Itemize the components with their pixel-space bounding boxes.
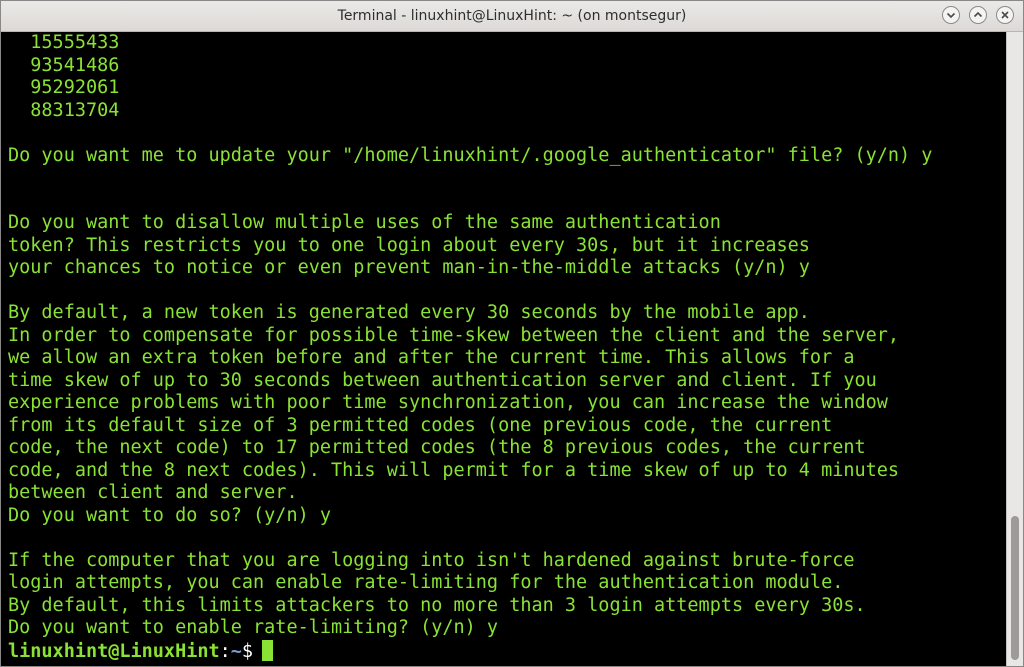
terminal-line: Do you want to do so? (y/n) y bbox=[8, 504, 332, 526]
prompt-user-host: linuxhint@LinuxHint bbox=[8, 640, 220, 662]
terminal-line: 95292061 bbox=[8, 77, 120, 98]
terminal-line: login attempts, you can enable rate-limi… bbox=[8, 572, 844, 593]
terminal-line: In order to compensate for possible time… bbox=[8, 324, 900, 346]
close-icon bbox=[1001, 11, 1009, 19]
terminal-line: we allow an extra token before and after… bbox=[8, 347, 855, 368]
minimize-button[interactable] bbox=[942, 6, 960, 24]
minimize-icon bbox=[946, 12, 956, 19]
vertical-scrollbar[interactable] bbox=[1006, 32, 1023, 666]
text-cursor bbox=[262, 639, 274, 661]
terminal-line: from its default size of 3 permitted cod… bbox=[8, 414, 833, 436]
prompt-path: ~ bbox=[230, 640, 242, 662]
maximize-button[interactable] bbox=[969, 6, 987, 24]
maximize-icon bbox=[973, 11, 983, 18]
terminal-line: code, the next code) to 17 permitted cod… bbox=[8, 437, 866, 458]
terminal-line: experience problems with poor time synch… bbox=[8, 392, 888, 413]
terminal-line: between client and server. bbox=[8, 482, 298, 503]
terminal-line: Do you want to enable rate-limiting? (y/… bbox=[8, 617, 499, 638]
terminal-line: Do you want to disallow multiple uses of… bbox=[8, 212, 721, 233]
shell-prompt[interactable]: linuxhint@LinuxHint:~$ bbox=[8, 639, 274, 662]
terminal-line: Do you want me to update your "/home/lin… bbox=[8, 144, 933, 166]
close-button[interactable] bbox=[996, 6, 1014, 24]
terminal-line: code, and the 8 next codes). This will p… bbox=[8, 459, 900, 481]
prompt-separator: : bbox=[219, 640, 231, 662]
terminal-line: time skew of up to 30 seconds between au… bbox=[8, 369, 877, 391]
window-title: Terminal - linuxhint@LinuxHint: ~ (on mo… bbox=[337, 8, 687, 24]
terminal-line: By default, a new token is generated eve… bbox=[8, 302, 810, 323]
scrollbar-thumb[interactable] bbox=[1011, 516, 1019, 660]
terminal-line: If the computer that you are logging int… bbox=[8, 549, 855, 571]
terminal-line: 93541486 bbox=[8, 54, 120, 76]
title-bar[interactable]: Terminal - linuxhint@LinuxHint: ~ (on mo… bbox=[1, 1, 1023, 32]
terminal-window: Terminal - linuxhint@LinuxHint: ~ (on mo… bbox=[0, 0, 1024, 667]
prompt-symbol: $ bbox=[241, 640, 254, 662]
terminal-line: By default, this limits attackers to no … bbox=[8, 594, 866, 616]
terminal-line: 88313704 bbox=[8, 99, 120, 121]
terminal-line: your chances to notice or even prevent m… bbox=[8, 257, 810, 278]
terminal-output[interactable]: 15555433 93541486 95292061 88313704 Do y… bbox=[1, 32, 1006, 666]
terminal-line: token? This restricts you to one login a… bbox=[8, 234, 810, 256]
terminal-line: 15555433 bbox=[8, 32, 120, 53]
